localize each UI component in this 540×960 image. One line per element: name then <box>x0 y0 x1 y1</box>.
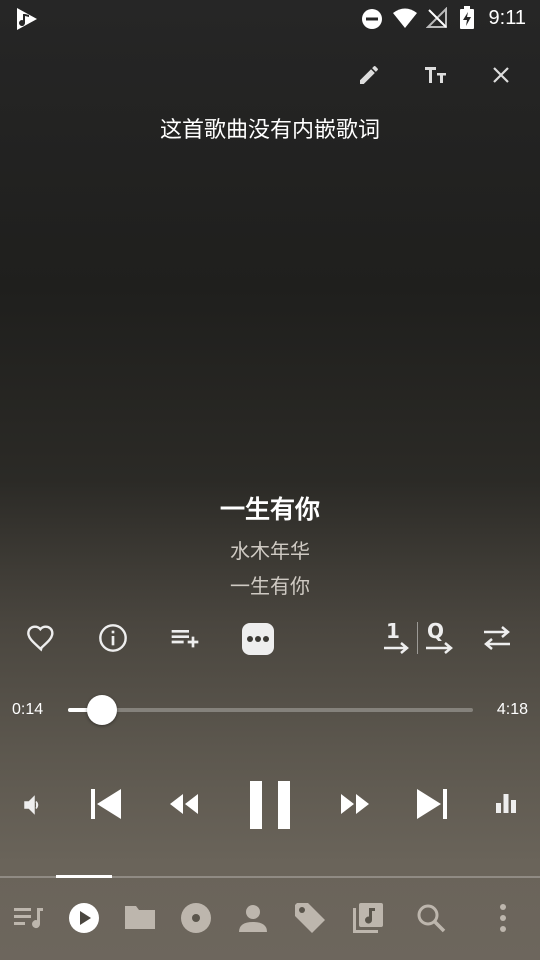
play-mode-divider <box>417 622 418 654</box>
volume-icon[interactable] <box>22 793 46 817</box>
wifi-icon <box>392 7 418 29</box>
progress-bar[interactable] <box>68 695 473 725</box>
overflow-menu-icon[interactable] <box>497 903 509 933</box>
song-artist[interactable]: 水木年华 <box>0 535 540 564</box>
rewind-icon[interactable] <box>168 792 200 816</box>
time-elapsed: 0:14 <box>12 701 44 718</box>
folder-icon[interactable] <box>124 903 156 931</box>
svg-text:1: 1 <box>386 620 400 643</box>
status-bar: 9:11 <box>0 0 540 38</box>
heart-icon[interactable] <box>25 622 57 654</box>
album-icon[interactable] <box>180 902 212 934</box>
pause-icon[interactable] <box>247 779 293 831</box>
status-time: 9:11 <box>488 7 526 29</box>
queue-icon[interactable] <box>13 903 45 933</box>
app-logo-icon <box>14 6 40 32</box>
skip-previous-icon[interactable] <box>88 786 122 822</box>
close-icon[interactable] <box>490 64 512 86</box>
artist-icon[interactable] <box>238 903 268 933</box>
repeat-icon[interactable] <box>481 622 513 654</box>
more-icon[interactable] <box>241 622 275 656</box>
equalizer-icon[interactable] <box>494 791 518 815</box>
tag-icon[interactable] <box>293 901 327 935</box>
library-icon[interactable] <box>352 902 384 934</box>
battery-charging-icon <box>459 6 475 30</box>
bottom-nav-selected-indicator <box>56 875 112 878</box>
edit-icon[interactable] <box>357 63 381 87</box>
skip-next-icon[interactable] <box>416 786 450 822</box>
info-icon[interactable] <box>97 622 129 654</box>
text-size-icon[interactable] <box>423 63 449 87</box>
song-album[interactable]: 一生有你 <box>0 570 540 599</box>
svg-text:Q: Q <box>427 620 444 643</box>
time-total: 4:18 <box>496 701 528 718</box>
search-icon[interactable] <box>416 903 446 933</box>
play-order-q-icon[interactable]: Q <box>424 620 456 656</box>
progress-thumb[interactable] <box>87 695 117 725</box>
now-playing-icon[interactable] <box>68 902 100 934</box>
add-to-playlist-icon[interactable] <box>169 622 201 654</box>
song-title: 一生有你 <box>219 495 320 524</box>
do-not-disturb-icon <box>361 8 383 30</box>
fast-forward-icon[interactable] <box>339 792 371 816</box>
play-order-1-icon[interactable]: 1 <box>382 620 414 656</box>
lyrics-text: 这首歌曲没有内嵌歌词 <box>159 118 380 143</box>
no-signal-icon <box>426 7 448 29</box>
